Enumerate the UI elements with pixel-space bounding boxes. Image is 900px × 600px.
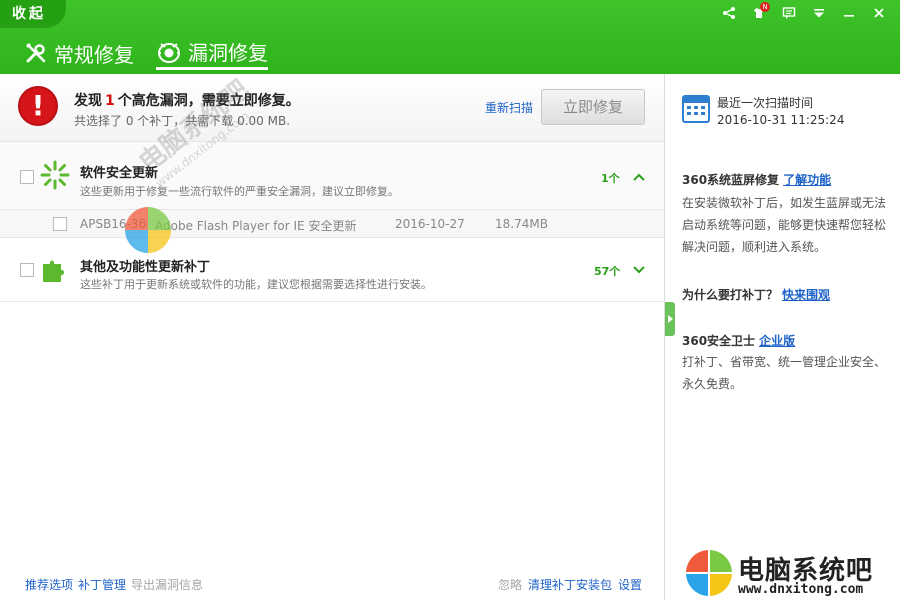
footer-left-links: 推荐选项 补丁管理 导出漏洞信息 [25, 576, 203, 593]
ignore-link[interactable]: 忽略 [498, 576, 522, 593]
notice-badge: N [760, 2, 770, 12]
last-scan-time: 2016-10-31 11:25:24 [717, 113, 845, 127]
side-panel-toggle[interactable] [665, 302, 675, 336]
group-checkbox[interactable] [20, 263, 34, 277]
alert-title-prefix: 发现 [74, 93, 102, 109]
tab-regular-repair[interactable]: 常规修复 [24, 36, 134, 70]
group-checkbox[interactable] [20, 170, 34, 184]
fix-now-button[interactable]: 立即修复 [541, 89, 645, 125]
brand-logo-icon [685, 549, 733, 600]
chevron-down-icon[interactable] [632, 264, 646, 278]
item-name[interactable]: Adobe Flash Player for IE 安全更新 [155, 217, 356, 234]
enterprise-title: 360安全卫士 [682, 334, 756, 348]
enterprise-body: 打补丁、省带宽、统一管理企业安全、永久免费。 [682, 355, 887, 391]
item-size: 18.74MB [495, 217, 548, 231]
item-checkbox[interactable] [53, 217, 67, 231]
enterprise-link[interactable]: 企业版 [759, 334, 795, 348]
item-date: 2016-10-27 [395, 217, 465, 231]
message-icon[interactable] [778, 4, 800, 22]
list-item: APSB16-36 Adobe Flash Player for IE 安全更新… [0, 210, 664, 238]
clean-patch-packages-link[interactable]: 清理补丁安装包 [528, 576, 612, 593]
group-desc: 这些更新用于修复一些流行软件的严重安全漏洞，建议立即修复。 [80, 185, 399, 198]
last-scan-label: 最近一次扫描时间 [717, 96, 814, 110]
window-controls: N [718, 2, 890, 22]
starburst-icon [40, 160, 70, 193]
bsod-repair-body: 在安装微软补丁后，如发生蓝屏或无法启动系统等问题，能够更快速帮您轻松解决问题，顺… [682, 196, 887, 254]
main-tabs: 常规修复 漏洞修复 [24, 36, 268, 70]
skin-shirt-icon[interactable]: N [748, 2, 770, 22]
group-count: 57个 [594, 265, 621, 278]
bsod-repair-title: 360系统蓝屏修复 [682, 173, 780, 187]
menu-dropdown-icon[interactable] [808, 4, 830, 22]
watermark-url: www.dnxitong.com [738, 582, 864, 597]
settings-link[interactable]: 设置 [618, 576, 642, 593]
patch-management-link[interactable]: 补丁管理 [78, 576, 126, 593]
shield-bug-icon [158, 42, 180, 63]
recommended-options-link[interactable]: 推荐选项 [25, 576, 73, 593]
footer-right-links: 忽略 清理补丁安装包 设置 [498, 576, 642, 593]
close-icon[interactable] [868, 4, 890, 22]
wrench-icon [26, 43, 46, 63]
tab-label: 漏洞修复 [188, 41, 268, 65]
learn-feature-link[interactable]: 了解功能 [783, 173, 831, 187]
minimize-icon[interactable] [838, 4, 860, 22]
group-count: 1个 [601, 172, 620, 185]
why-patch-title: 为什么要打补丁？ [682, 288, 779, 302]
chevron-up-icon[interactable] [632, 171, 646, 185]
tab-label: 常规修复 [54, 42, 134, 67]
collapse-button[interactable]: 收起 [0, 0, 66, 28]
puzzle-icon [40, 254, 70, 287]
alert-bar: ! 发现 1 个高危漏洞，需要立即修复。 共选择了 0 个补丁，共需下载 0.00 … [0, 74, 664, 142]
why-patch-heading: 为什么要打补丁？ 快来围观 [682, 286, 830, 303]
vuln-count: 1 [105, 93, 115, 109]
tab-vulnerability-repair[interactable]: 漏洞修复 [156, 36, 268, 70]
enterprise-heading: 360安全卫士 企业版 [682, 332, 795, 349]
calendar-icon [682, 93, 710, 126]
rescan-link[interactable]: 重新扫描 [485, 99, 533, 116]
group-desc: 这些补丁用于更新系统或软件的功能，建议您根据需要选择性进行安装。 [80, 278, 432, 291]
come-see-link[interactable]: 快来围观 [782, 288, 830, 302]
group-other-updates: 其他及功能性更新补丁 这些补丁用于更新系统或软件的功能，建议您根据需要选择性进行… [0, 238, 664, 302]
share-icon[interactable] [718, 4, 740, 22]
export-vuln-info-link[interactable]: 导出漏洞信息 [131, 576, 203, 593]
title-bar: 收起 N 常规修复 漏洞修复 [0, 0, 900, 74]
group-software-security: 软件安全更新 这些更新用于修复一些流行软件的严重安全漏洞，建议立即修复。 1个 [0, 142, 664, 210]
windows-logo-icon [123, 205, 173, 258]
bsod-repair-heading: 360系统蓝屏修复 了解功能 [682, 171, 831, 188]
group-title: 其他及功能性更新补丁 [80, 260, 211, 275]
warning-exclamation-icon: ! [18, 86, 58, 126]
